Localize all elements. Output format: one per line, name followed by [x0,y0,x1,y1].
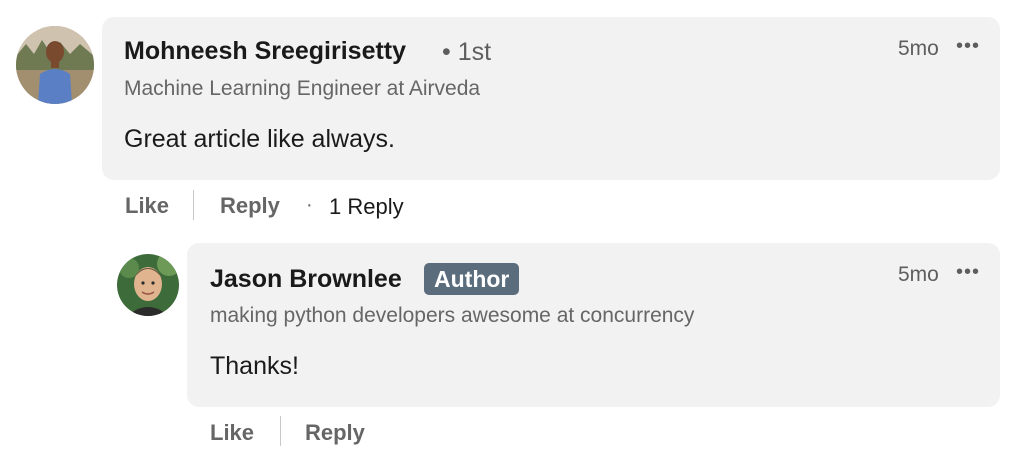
reply-button[interactable]: Reply [220,193,280,219]
commenter-headline: Machine Learning Engineer at Airveda [124,77,481,100]
reply-author-headline: making python developers awesome at conc… [210,304,695,327]
reply-count-link[interactable]: 1 Reply [329,194,404,220]
action-divider [193,190,194,220]
author-badge: Author [424,263,520,295]
reply-timestamp: 5mo [898,263,939,286]
action-divider [280,416,281,446]
reply-author-name[interactable]: Jason Brownlee [210,265,402,294]
separator-dot: · [306,194,313,216]
commenter-name[interactable]: Mohneesh Sreegirisetty [124,37,406,66]
more-options-icon[interactable]: ••• [956,35,980,58]
commenter-avatar[interactable] [16,26,94,104]
reply-text: Thanks! [210,352,299,380]
reply-bubble: Jason Brownlee Author making python deve… [187,243,1000,407]
comment-bubble: Mohneesh Sreegirisetty • 1st Machine Lea… [102,17,1000,180]
reply-author-avatar[interactable] [117,254,179,316]
comment-timestamp: 5mo [898,37,939,60]
like-button[interactable]: Like [125,193,169,219]
reply-like-button[interactable]: Like [210,420,254,446]
connection-degree: • 1st [442,38,492,66]
reply-reply-button[interactable]: Reply [305,420,365,446]
comment-text: Great article like always. [124,125,395,153]
more-options-icon[interactable]: ••• [956,261,980,284]
